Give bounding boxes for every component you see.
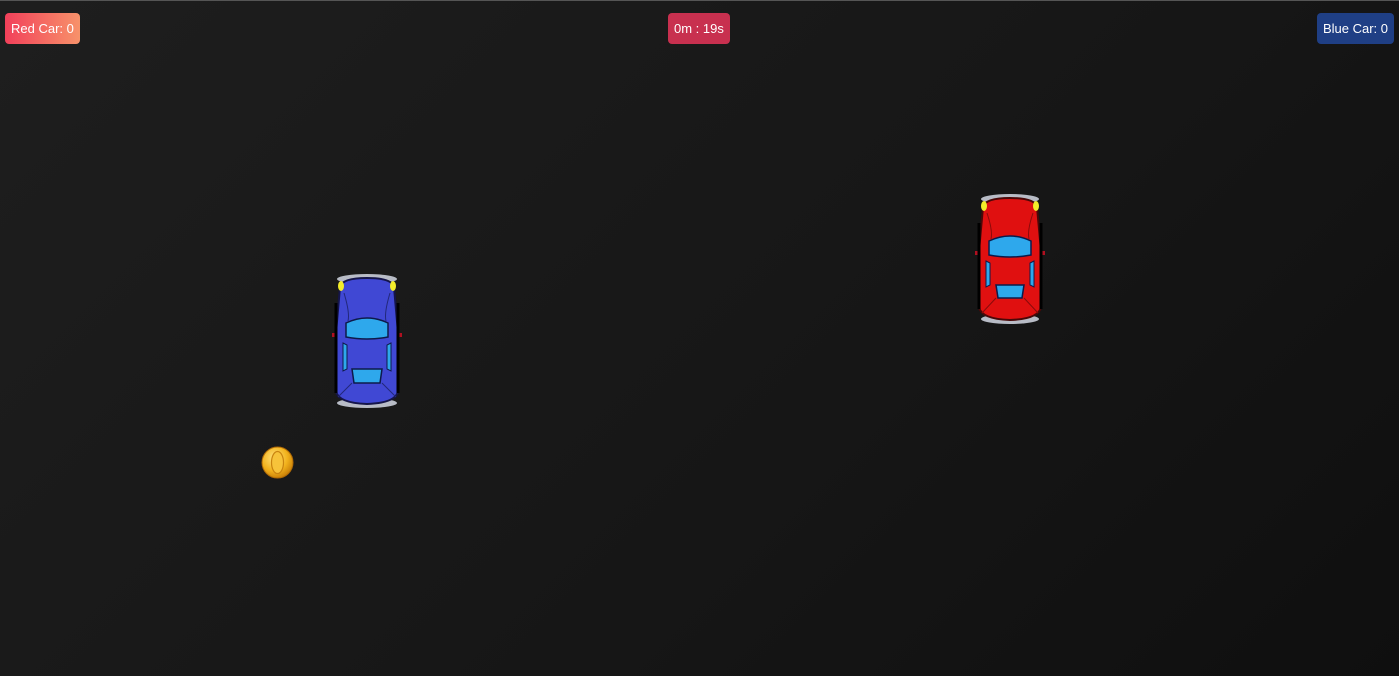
game-canvas[interactable]: Red Car: 0 0m : 19s Blue Car: 0: [0, 0, 1399, 676]
blue-car-icon: [332, 274, 402, 408]
red-car-icon: [975, 194, 1045, 324]
red-car-score: Red Car: 0: [5, 13, 80, 44]
game-timer: 0m : 19s: [668, 13, 730, 44]
blue-car-score: Blue Car: 0: [1316, 13, 1394, 44]
coin-icon: [261, 446, 294, 479]
